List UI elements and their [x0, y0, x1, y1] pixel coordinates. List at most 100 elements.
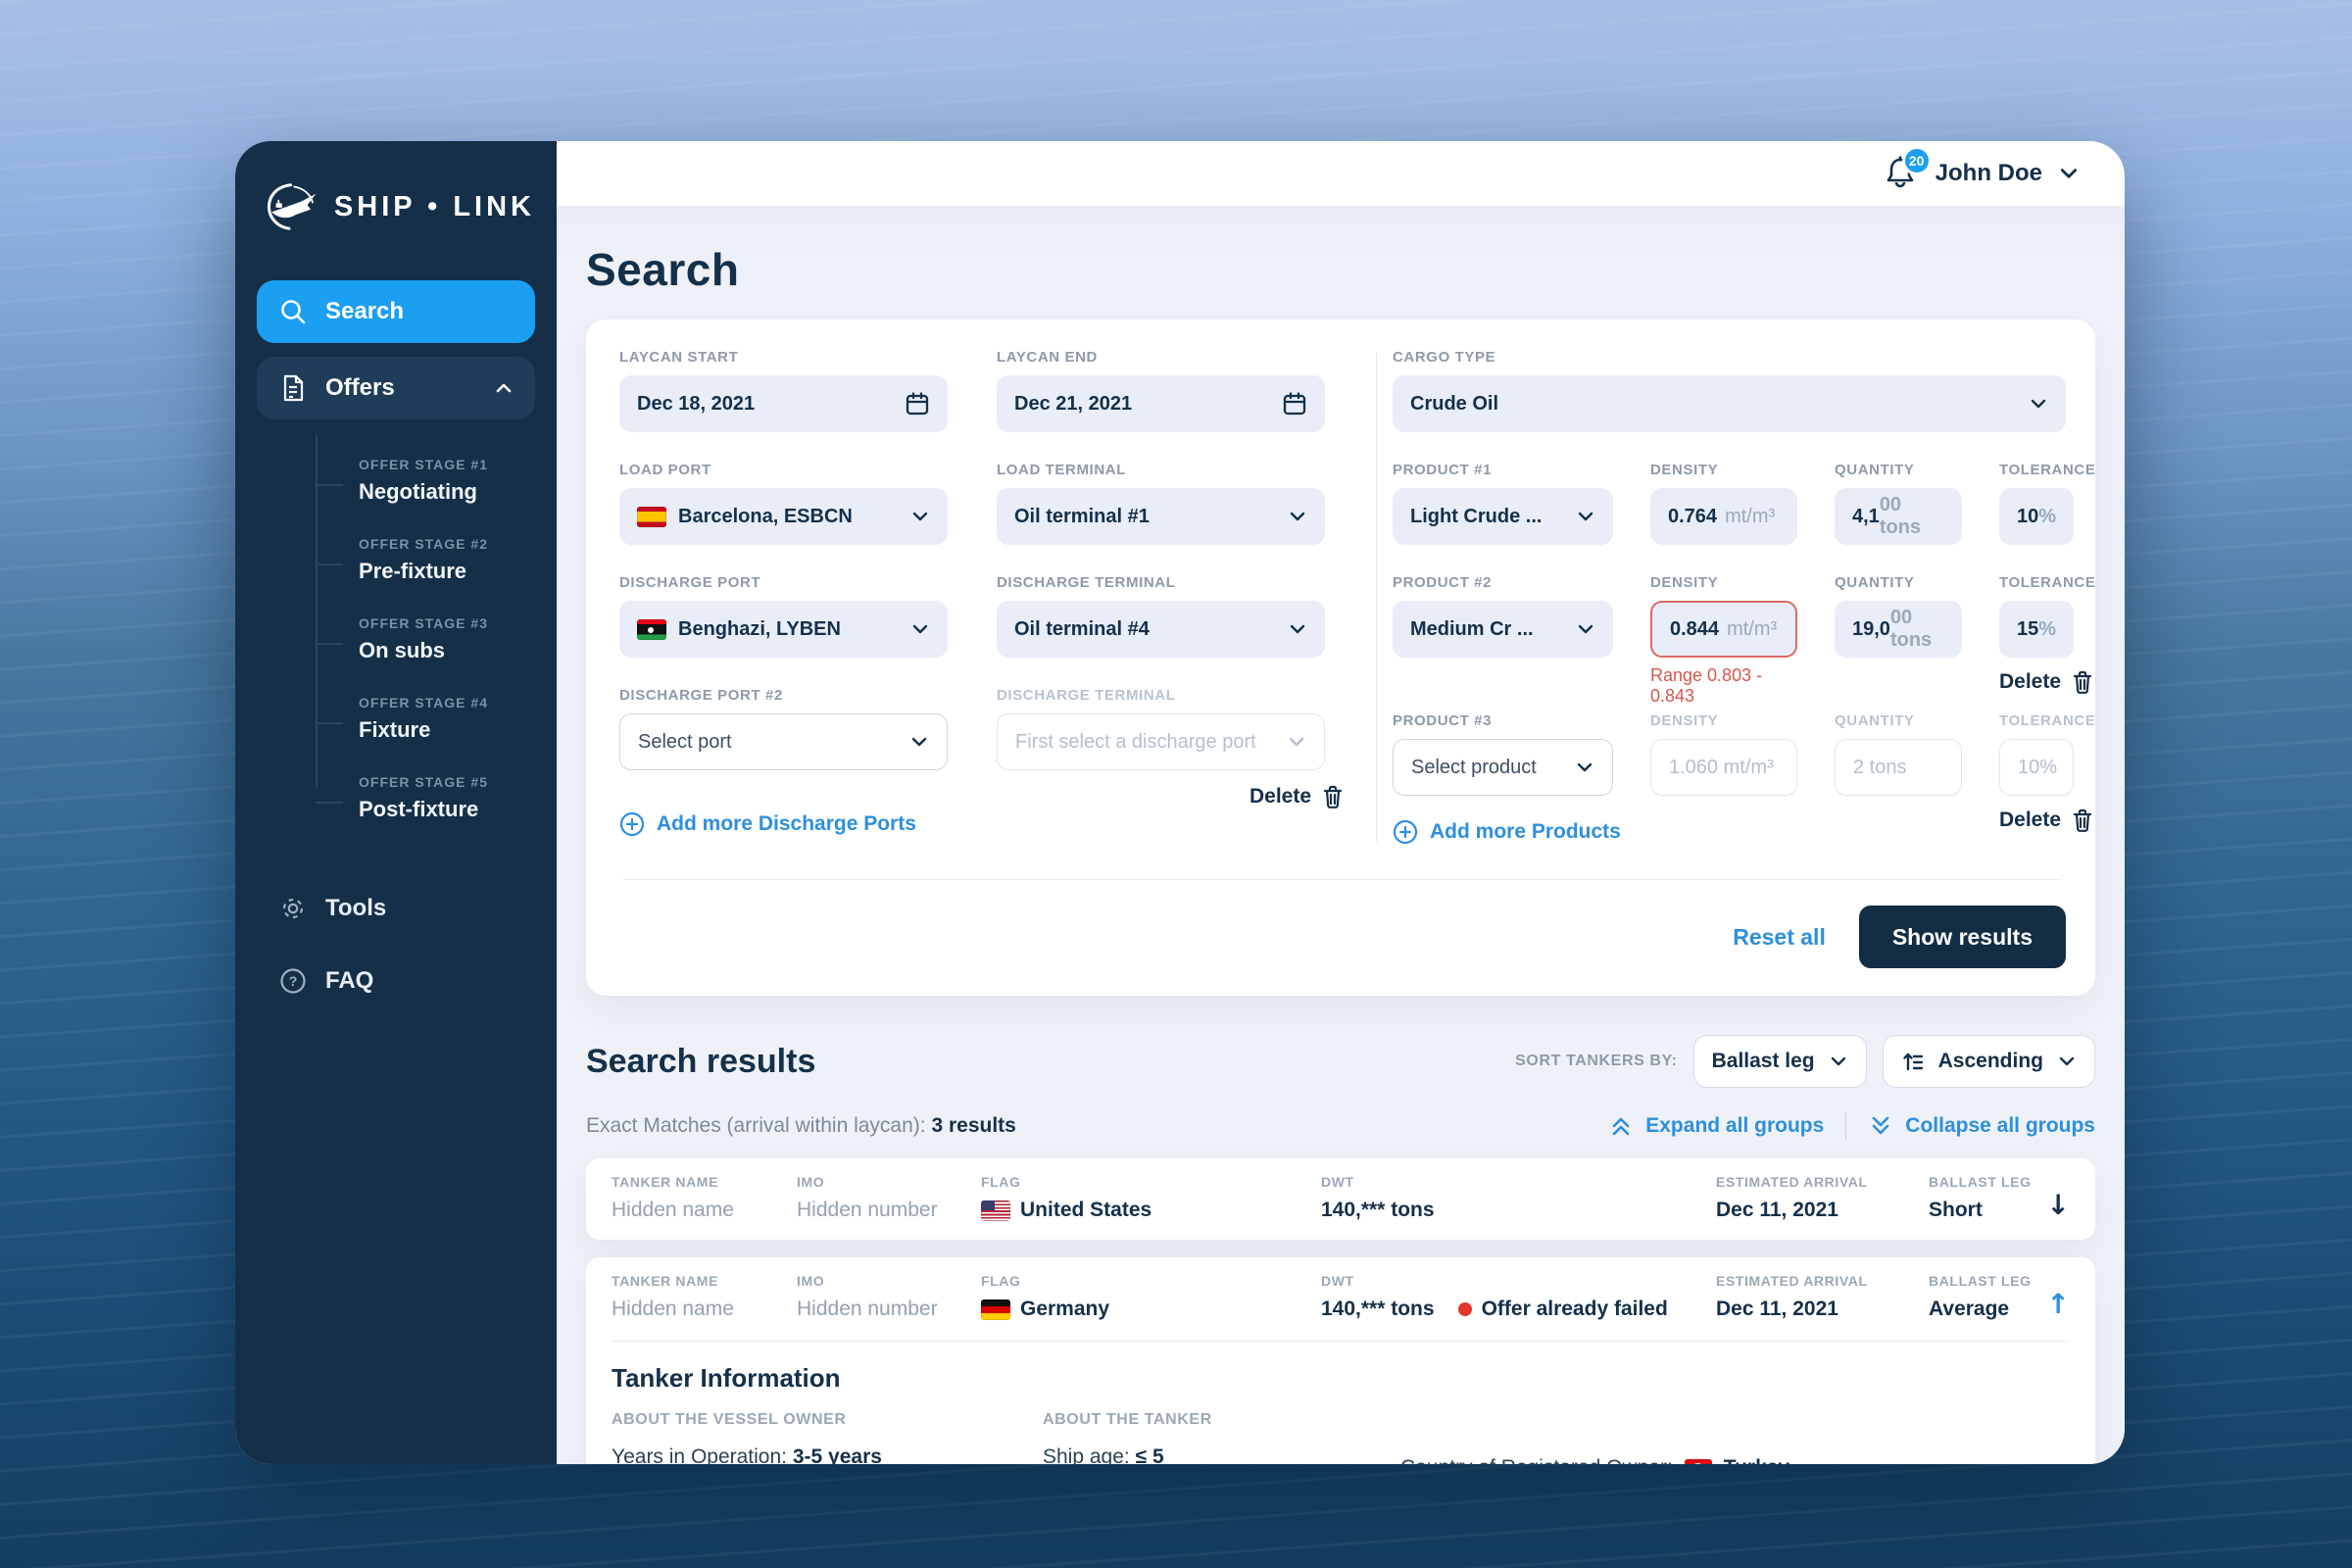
density-label: DENSITY — [1650, 712, 1797, 729]
col-flag-label: FLAG — [981, 1273, 1321, 1289]
trash-icon — [2071, 808, 2094, 833]
info-value: ≤ 5 — [1136, 1446, 1164, 1464]
topbar: 20 John Doe — [557, 141, 2125, 206]
offer-stage-tag: OFFER STAGE #2 — [359, 536, 535, 552]
expand-all-groups-label: Expand all groups — [1645, 1114, 1824, 1138]
question-circle-icon: ? — [278, 966, 308, 996]
info-value: Turkey — [1724, 1456, 1789, 1464]
product-3-placeholder: Select product — [1411, 757, 1563, 779]
sidebar-item-post-fixture[interactable]: OFFER STAGE #5 Post-fixture — [359, 759, 535, 838]
product-1-quantity-input[interactable]: 4,1 00 tons — [1835, 488, 1962, 545]
collapse-row-arrow[interactable]: ↑ — [2047, 1273, 2070, 1318]
info-key: Country of Registered Owner: — [1400, 1456, 1673, 1464]
results-title: Search results — [586, 1043, 1515, 1081]
main-area: 20 John Doe Search LAYCAN START — [557, 141, 2125, 1464]
gear-icon — [278, 894, 308, 923]
reset-all-link[interactable]: Reset all — [1733, 924, 1826, 951]
offer-stage-label: On subs — [359, 638, 535, 663]
delete-discharge-port-button[interactable]: Delete — [1250, 784, 1345, 809]
cargo-type-label: CARGO TYPE — [1393, 349, 2066, 366]
sort-field-select[interactable]: Ballast leg — [1693, 1035, 1867, 1088]
laycan-end-input[interactable]: Dec 21, 2021 — [997, 375, 1325, 432]
product-1-tolerance-input[interactable]: 10 % — [1999, 488, 2074, 545]
sort-direction-select[interactable]: Ascending — [1883, 1035, 2095, 1088]
product-3-select[interactable]: Select product — [1393, 739, 1613, 796]
tolerance-suffix: % — [2038, 618, 2056, 641]
load-terminal-group: LOAD TERMINAL Oil terminal #1 — [997, 462, 1325, 545]
sidebar-item-pre-fixture[interactable]: OFFER STAGE #2 Pre-fixture — [359, 520, 535, 600]
tanker-result-row: TANKER NAME Hidden name IMO Hidden numbe… — [586, 1158, 2095, 1240]
sidebar-item-fixture[interactable]: OFFER STAGE #4 Fixture — [359, 679, 535, 759]
germany-flag-icon — [981, 1299, 1010, 1320]
notifications-button[interactable]: 20 — [1885, 156, 1920, 191]
sidebar-item-on-subs[interactable]: OFFER STAGE #3 On subs — [359, 600, 535, 679]
offer-stage-tag: OFFER STAGE #1 — [359, 457, 535, 472]
product-2-density-input[interactable]: 0.844 mt/m³ — [1650, 601, 1797, 658]
add-discharge-ports-link[interactable]: Add more Discharge Ports — [619, 811, 916, 837]
tolerance-label: TOLERANCE — [1999, 712, 2074, 729]
offer-stage-label: Pre-fixture — [359, 559, 535, 584]
quantity-placeholder: 2 tons — [1853, 757, 1906, 779]
product-2-row: PRODUCT #2 Medium Cr ... DENSITY 0.844 — [1393, 574, 2066, 707]
results-summary: Exact Matches (arrival within laycan): 3… — [586, 1114, 1608, 1138]
add-products-link[interactable]: Add more Products — [1393, 819, 1621, 845]
product-1-select[interactable]: Light Crude ... — [1393, 488, 1613, 545]
col-imo-label: IMO — [797, 1174, 981, 1190]
product-2-select[interactable]: Medium Cr ... — [1393, 601, 1613, 658]
product-1-value: Light Crude ... — [1410, 506, 1564, 528]
discharge-port-select[interactable]: Benghazi, LYBEN — [619, 601, 948, 658]
tanker-section: ABOUT THE TANKER Ship age: ≤ 5 Cubic cap… — [1043, 1411, 1400, 1464]
sidebar-item-offers[interactable]: Offers — [257, 357, 535, 419]
content: Search LAYCAN START Dec 18, 2021 — [557, 206, 2125, 1464]
discharge-terminal-select[interactable]: Oil terminal #4 — [997, 601, 1325, 658]
density-unit: mt/m³ — [1727, 618, 1777, 641]
delete-label: Delete — [1250, 785, 1311, 808]
product-2-tolerance-input[interactable]: 15 % — [1999, 601, 2074, 658]
sidebar-item-negotiating[interactable]: OFFER STAGE #1 Negotiating — [359, 441, 535, 520]
sidebar-item-tools[interactable]: Tools — [257, 881, 535, 936]
product-3-row: PRODUCT #3 Select product DENSITY 1.060 … — [1393, 712, 2066, 833]
brand-logo: SHIP • LINK — [257, 178, 535, 235]
product-3-density-input[interactable]: 1.060 mt/m³ — [1650, 739, 1797, 796]
tanker-name-value: Hidden name — [612, 1199, 797, 1222]
product-1-label: PRODUCT #1 — [1393, 462, 1613, 478]
quantity-label: QUANTITY — [1835, 462, 1962, 478]
discharge-port2-select[interactable]: Select port — [619, 713, 948, 770]
product-3-quantity-input[interactable]: 2 tons — [1835, 739, 1962, 796]
ballast-value: Average — [1929, 1298, 2046, 1321]
sidebar-item-search[interactable]: Search — [257, 280, 535, 343]
tolerance-label: TOLERANCE — [1999, 574, 2074, 591]
show-results-button[interactable]: Show results — [1859, 906, 2066, 968]
col-flag-label: FLAG — [981, 1174, 1321, 1190]
product-2-quantity-input[interactable]: 19,0 00 tons — [1835, 601, 1962, 658]
libya-flag-icon — [637, 619, 666, 640]
delete-product-3-button[interactable]: Delete — [1999, 808, 2094, 833]
user-menu-chevron-icon[interactable] — [2058, 163, 2080, 184]
product-1-density-input[interactable]: 0.764 mt/m³ — [1650, 488, 1797, 545]
cargo-type-select[interactable]: Crude Oil — [1393, 375, 2066, 432]
chevron-up-icon — [494, 378, 514, 398]
delete-product-2-button[interactable]: Delete — [1999, 669, 2094, 695]
load-terminal-select[interactable]: Oil terminal #1 — [997, 488, 1325, 545]
load-port-select[interactable]: Barcelona, ESBCN — [619, 488, 948, 545]
calendar-icon — [905, 391, 930, 416]
col-tanker-name-label: TANKER NAME — [612, 1273, 797, 1289]
collapse-all-groups-link[interactable]: Collapse all groups — [1868, 1113, 2095, 1139]
cargo-type-group: CARGO TYPE Crude Oil — [1393, 349, 2066, 432]
sidebar-item-faq[interactable]: ? FAQ — [257, 954, 535, 1008]
chevron-down-icon — [1288, 619, 1307, 639]
results-summary-count: 3 results — [931, 1114, 1015, 1137]
col-ballast-label: BALLAST LEG — [1929, 1174, 2046, 1190]
tolerance-suffix: % — [2038, 506, 2056, 528]
expand-row-arrow[interactable]: ↓ — [2047, 1174, 2070, 1219]
col-arrival-label: ESTIMATED ARRIVAL — [1716, 1273, 1929, 1289]
load-terminal-value: Oil terminal #1 — [1014, 506, 1276, 528]
laycan-start-input[interactable]: Dec 18, 2021 — [619, 375, 948, 432]
product-2-label: PRODUCT #2 — [1393, 574, 1613, 591]
product-3-tolerance-input[interactable]: 10% — [1999, 739, 2074, 796]
discharge-terminal-label: DISCHARGE TERMINAL — [997, 574, 1325, 591]
sidebar-item-label: FAQ — [325, 967, 373, 995]
expand-all-groups-link[interactable]: Expand all groups — [1608, 1113, 1824, 1139]
discharge-port2-label: DISCHARGE PORT #2 — [619, 687, 948, 704]
plus-circle-icon — [619, 811, 645, 837]
